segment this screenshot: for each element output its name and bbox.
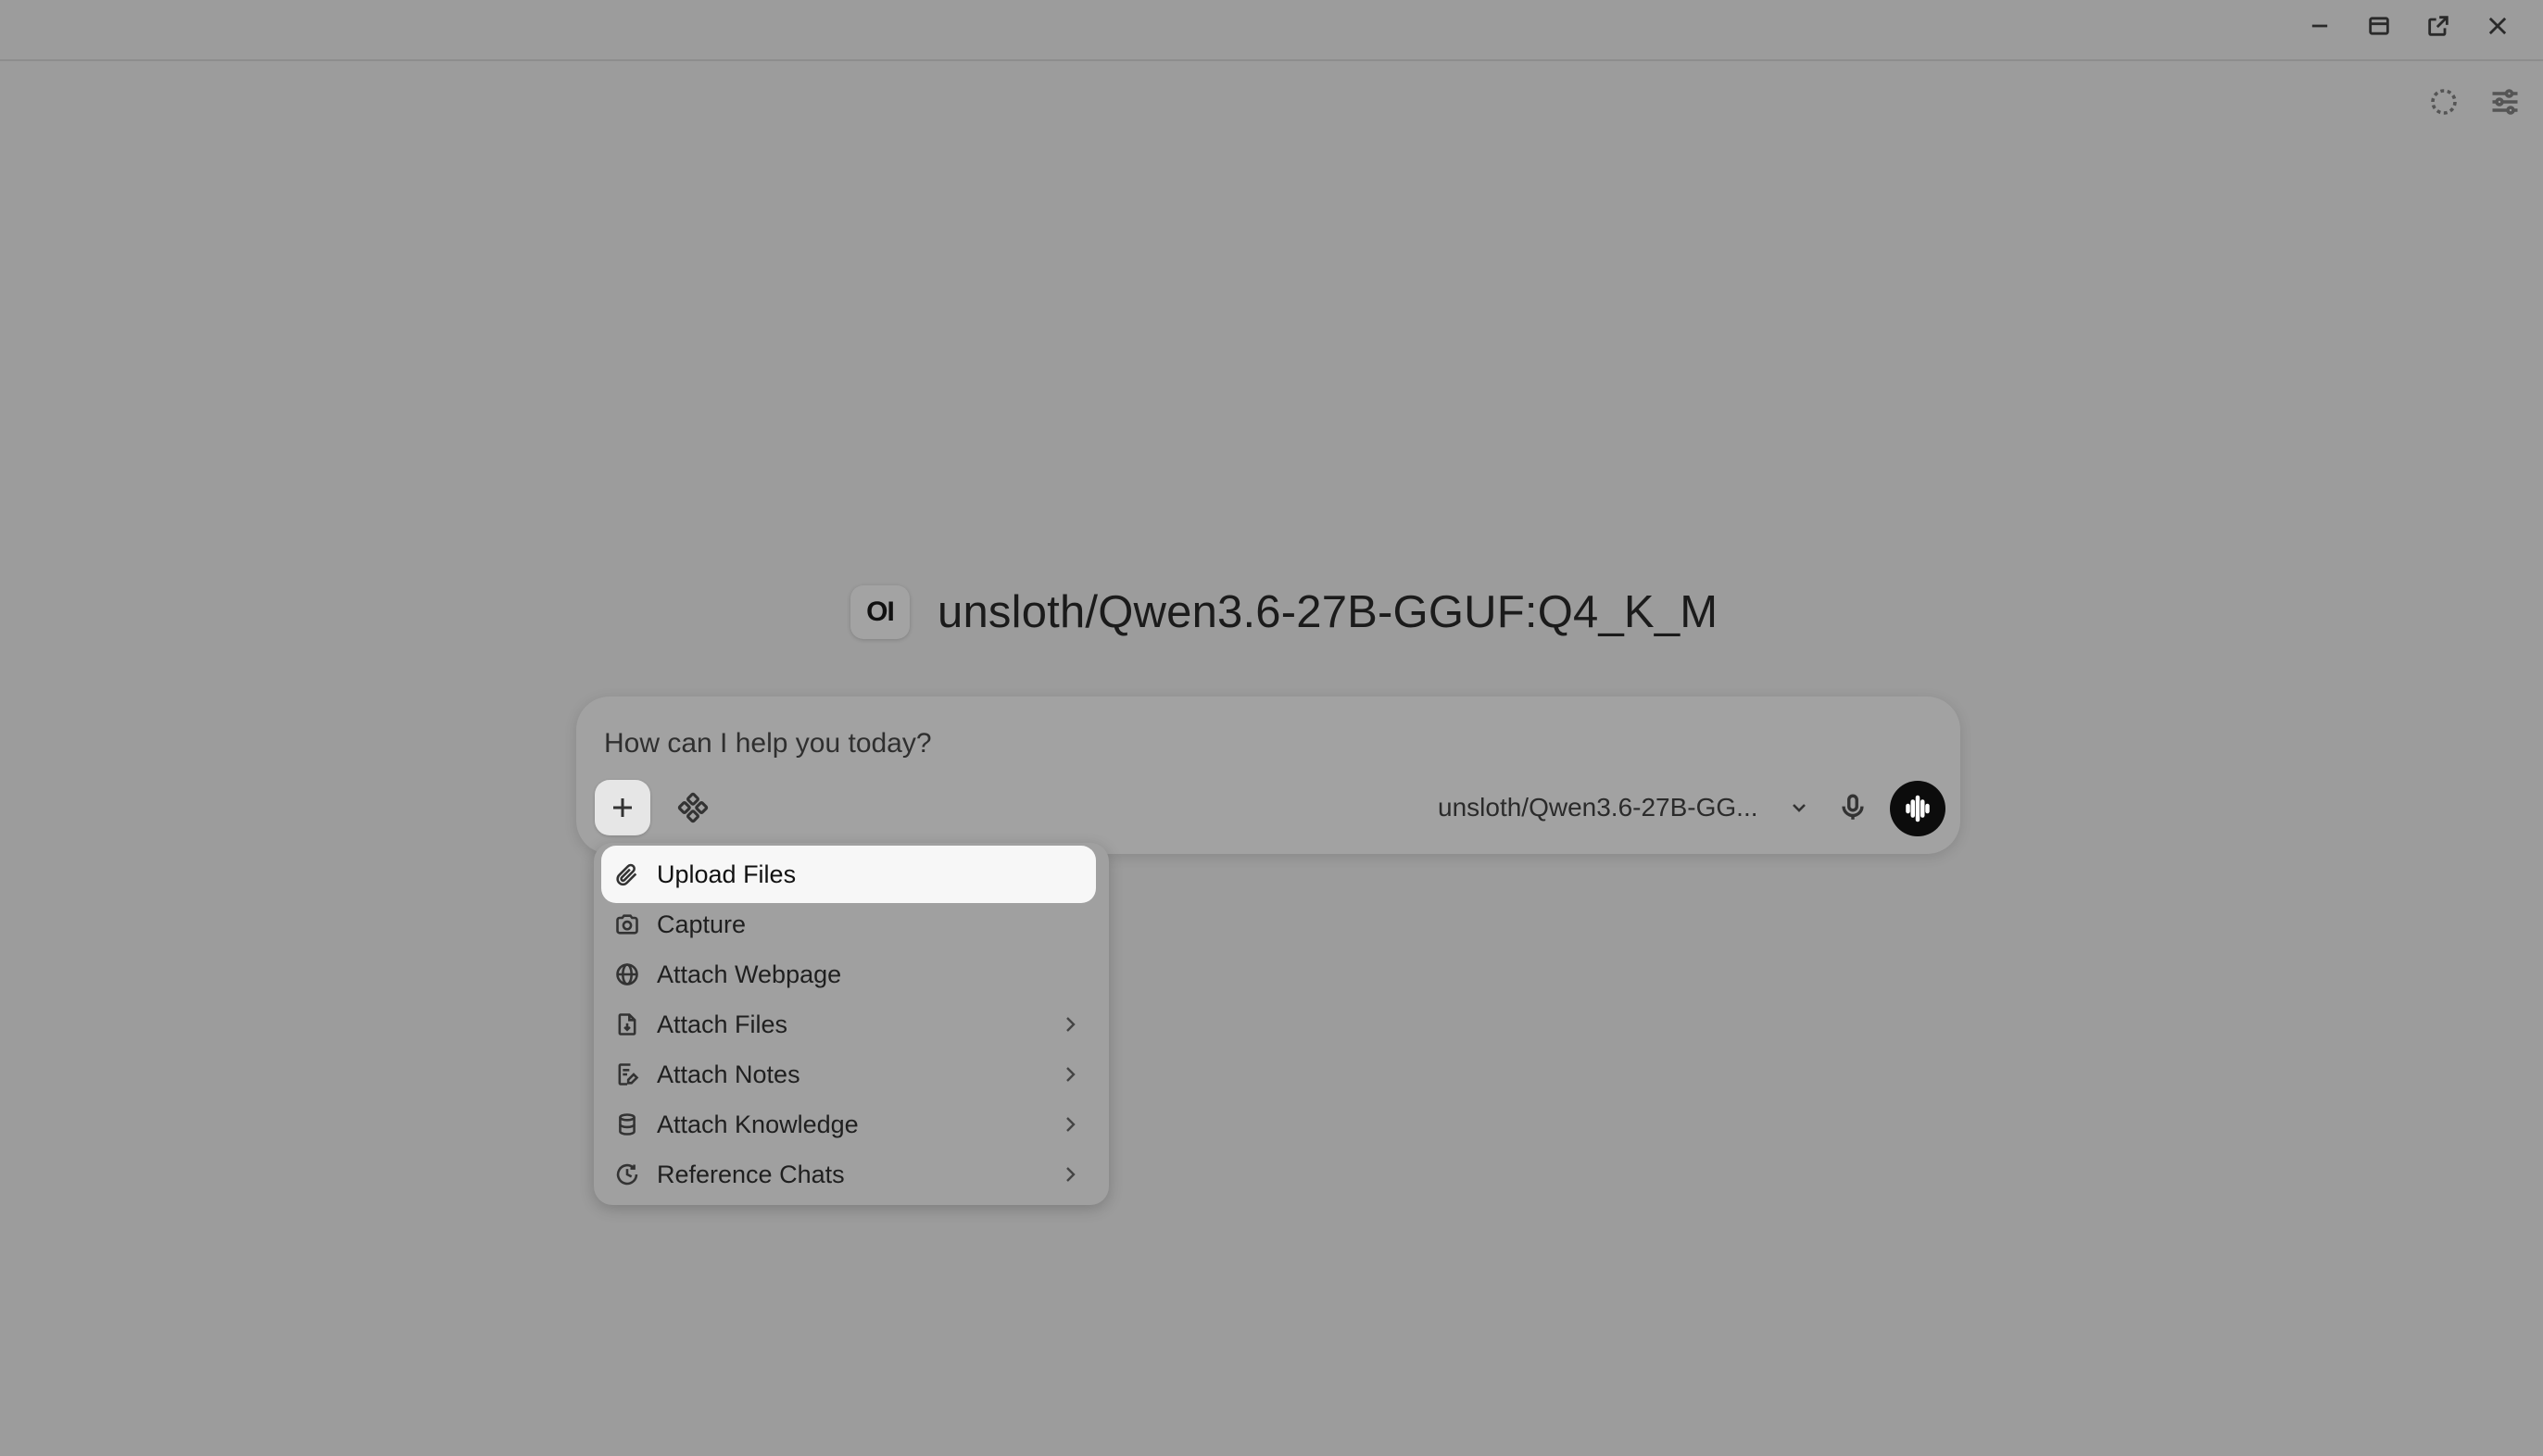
menu-item-reference-chats[interactable]: Reference Chats xyxy=(601,1146,1096,1203)
microphone-icon[interactable] xyxy=(1829,784,1877,832)
settings-sliders-icon[interactable] xyxy=(2485,82,2525,122)
minimize-icon[interactable] xyxy=(2298,7,2342,44)
plus-icon xyxy=(613,798,632,817)
chat-composer: unsloth/Qwen3.6-27B-GG... xyxy=(576,697,1960,854)
chevron-right-icon xyxy=(1059,1013,1081,1036)
database-icon xyxy=(612,1110,642,1139)
note-icon xyxy=(612,1060,642,1089)
chevron-right-icon xyxy=(1059,1113,1081,1136)
paperclip-icon xyxy=(612,860,642,889)
model-title: unsloth/Qwen3.6-27B-GGUF:Q4_K_M xyxy=(938,587,1718,637)
integrations-button[interactable] xyxy=(669,784,717,832)
loading-circle-icon[interactable] xyxy=(2423,82,2464,122)
globe-icon xyxy=(612,960,642,989)
menu-item-attach-files[interactable]: Attach Files xyxy=(601,996,1096,1053)
attachment-menu: Upload Files Capture Attach Webpage Atta… xyxy=(594,843,1109,1205)
menu-item-label: Attach Files xyxy=(657,1010,788,1038)
add-attachment-button[interactable] xyxy=(595,780,650,835)
chevron-down-icon[interactable] xyxy=(1781,789,1818,826)
menu-item-attach-webpage[interactable]: Attach Webpage xyxy=(601,946,1096,1003)
integrations-icon xyxy=(677,792,709,823)
menu-item-label: Upload Files xyxy=(657,860,797,888)
model-selector[interactable]: unsloth/Qwen3.6-27B-GG... xyxy=(1438,787,1758,828)
maximize-icon[interactable] xyxy=(2357,7,2401,44)
menu-item-attach-notes[interactable]: Attach Notes xyxy=(601,1046,1096,1103)
file-icon xyxy=(612,1010,642,1039)
close-icon[interactable] xyxy=(2475,7,2520,44)
menu-item-label: Attach Knowledge xyxy=(657,1110,859,1138)
menu-item-label: Capture xyxy=(657,910,747,938)
menu-item-capture[interactable]: Capture xyxy=(601,896,1096,953)
model-hero: OI unsloth/Qwen3.6-27B-GGUF:Q4_K_M xyxy=(850,580,1718,645)
model-logo: OI xyxy=(850,585,910,639)
popout-icon[interactable] xyxy=(2416,7,2461,44)
menu-item-attach-knowledge[interactable]: Attach Knowledge xyxy=(601,1096,1096,1153)
menu-item-label: Attach Webpage xyxy=(657,960,842,988)
prompt-input[interactable] xyxy=(602,719,1718,769)
waveform-icon xyxy=(1906,795,1930,822)
menu-item-upload-files[interactable]: Upload Files xyxy=(601,846,1096,903)
chevron-right-icon xyxy=(1059,1063,1081,1086)
camera-icon xyxy=(612,910,642,939)
chevron-right-icon xyxy=(1059,1163,1081,1186)
history-icon xyxy=(612,1160,642,1189)
menu-item-label: Attach Notes xyxy=(657,1060,800,1088)
voice-mode-button[interactable] xyxy=(1890,781,1945,836)
window-titlebar xyxy=(0,0,2543,61)
menu-item-label: Reference Chats xyxy=(657,1160,845,1188)
